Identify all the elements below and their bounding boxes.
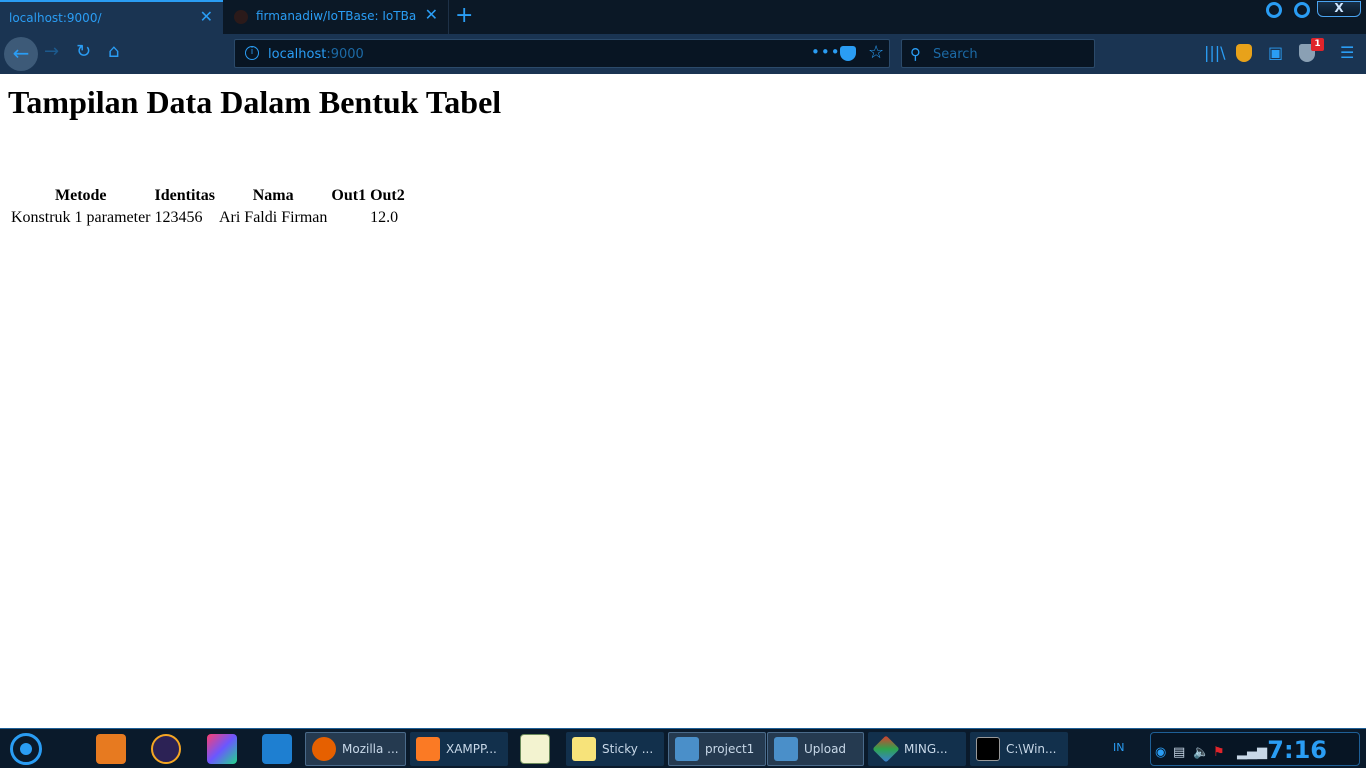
tab-bar: localhost:9000/ ✕ firmanadiw/IoTBase: Io…	[0, 0, 1366, 34]
volume-icon[interactable]: 🔈	[1193, 745, 1209, 760]
tab-label: localhost:9000/	[9, 11, 102, 25]
tab-label: firmanadiw/IoTBase: IoTBase S	[256, 9, 416, 23]
wifi-signal-icon[interactable]: ▂▄▆	[1237, 745, 1267, 760]
reload-icon[interactable]: ↻	[76, 42, 91, 62]
git-icon	[872, 735, 900, 763]
notepad-plus-icon[interactable]	[520, 734, 550, 764]
home-icon[interactable]: ⌂	[108, 42, 119, 62]
minimize-icon[interactable]	[1266, 2, 1282, 18]
taskbar: Mozilla ... XAMPP... Sticky ... project1…	[0, 728, 1366, 768]
close-tab-icon[interactable]: ✕	[425, 7, 438, 23]
cell-metode: Konstruk 1 parameter	[11, 209, 151, 226]
taskbar-item-project1[interactable]: project1	[668, 732, 766, 766]
device-tray-icon[interactable]: ▤	[1173, 745, 1185, 760]
url-bar[interactable]: i localhost:9000 ••• ☆	[234, 39, 890, 68]
maximize-icon[interactable]	[1294, 2, 1310, 18]
search-bar[interactable]: ⚲ Search	[901, 39, 1095, 68]
library-icon[interactable]: |||\	[1204, 44, 1226, 62]
intellij-icon[interactable]	[207, 734, 237, 764]
url-text[interactable]: localhost:9000	[268, 47, 364, 62]
ublock-icon[interactable]	[1236, 44, 1252, 62]
menu-icon[interactable]: ☰	[1340, 44, 1354, 62]
header-metode: Metode	[54, 187, 107, 204]
language-indicator[interactable]: IN	[1113, 741, 1124, 754]
taskbar-item-mingw[interactable]: MING...	[868, 732, 966, 766]
start-button[interactable]	[10, 733, 42, 765]
media-player-icon[interactable]	[96, 734, 126, 764]
cell-out1	[330, 208, 367, 228]
tray-clock-panel[interactable]: ◉ ▤ 🔈 ⚑ ▂▄▆ 7:16	[1150, 732, 1360, 766]
taskbar-item-xampp[interactable]: XAMPP...	[410, 732, 508, 766]
eclipse-icon[interactable]	[151, 734, 181, 764]
info-icon[interactable]: i	[245, 46, 259, 60]
taskbar-item-sticky[interactable]: Sticky ...	[566, 732, 664, 766]
page-title: Tampilan Data Dalam Bentuk Tabel	[8, 84, 502, 120]
new-tab-icon[interactable]: +	[455, 4, 473, 28]
forward-icon[interactable]: →	[44, 42, 59, 62]
folder-icon	[774, 737, 798, 761]
clock-time[interactable]: 7:16	[1267, 736, 1327, 764]
taskbar-item-upload[interactable]: Upload	[767, 732, 864, 766]
notification-badge: 1	[1311, 38, 1324, 51]
tab-localhost[interactable]: localhost:9000/ ✕	[0, 0, 223, 34]
sticky-notes-icon	[572, 737, 596, 761]
taskbar-item-cmd[interactable]: C:\Win...	[970, 732, 1068, 766]
nav-bar: ← → ↻ ⌂ i localhost:9000 ••• ☆ ⚲ Search …	[0, 34, 1366, 74]
tab-github[interactable]: firmanadiw/IoTBase: IoTBase S ✕	[224, 0, 449, 34]
cell-out2: 12.0	[370, 209, 399, 226]
star-icon[interactable]: ☆	[868, 42, 884, 63]
window-close-button[interactable]: X	[1317, 1, 1361, 17]
pocket-icon[interactable]	[840, 46, 856, 61]
search-input[interactable]: Search	[933, 47, 978, 62]
page-content: Tampilan Data Dalam Bentuk Tabel Metode …	[0, 74, 1366, 728]
folder-icon	[675, 737, 699, 761]
header-out2: Out2	[370, 187, 405, 204]
cmd-icon	[976, 737, 1000, 761]
flag-icon[interactable]: ⚑	[1213, 745, 1225, 760]
cell-identitas: 123456	[154, 209, 203, 226]
cell-nama: Ari Faldi Firman	[218, 209, 328, 226]
data-table: Metode Identitas Nama Out1 Out2 Konstruk…	[8, 184, 408, 230]
header-nama: Nama	[252, 187, 294, 204]
more-icon[interactable]: •••	[811, 43, 841, 61]
network-tray-icon[interactable]: ◉	[1155, 745, 1166, 760]
xampp-icon	[416, 737, 440, 761]
vscode-icon[interactable]	[262, 734, 292, 764]
taskbar-item-mozilla[interactable]: Mozilla ...	[305, 732, 406, 766]
search-icon: ⚲	[910, 45, 921, 63]
header-out1: Out1	[331, 187, 367, 204]
sidebar-icon[interactable]: ▣	[1268, 44, 1283, 62]
close-tab-icon[interactable]: ✕	[200, 9, 213, 25]
github-icon	[234, 10, 248, 24]
header-identitas: Identitas	[154, 187, 215, 204]
firefox-icon	[312, 737, 336, 761]
table-header-row: Metode Identitas Nama Out1 Out2	[10, 186, 406, 206]
back-icon[interactable]: ←	[4, 37, 38, 71]
table-row: Konstruk 1 parameter 123456 Ari Faldi Fi…	[10, 208, 406, 228]
